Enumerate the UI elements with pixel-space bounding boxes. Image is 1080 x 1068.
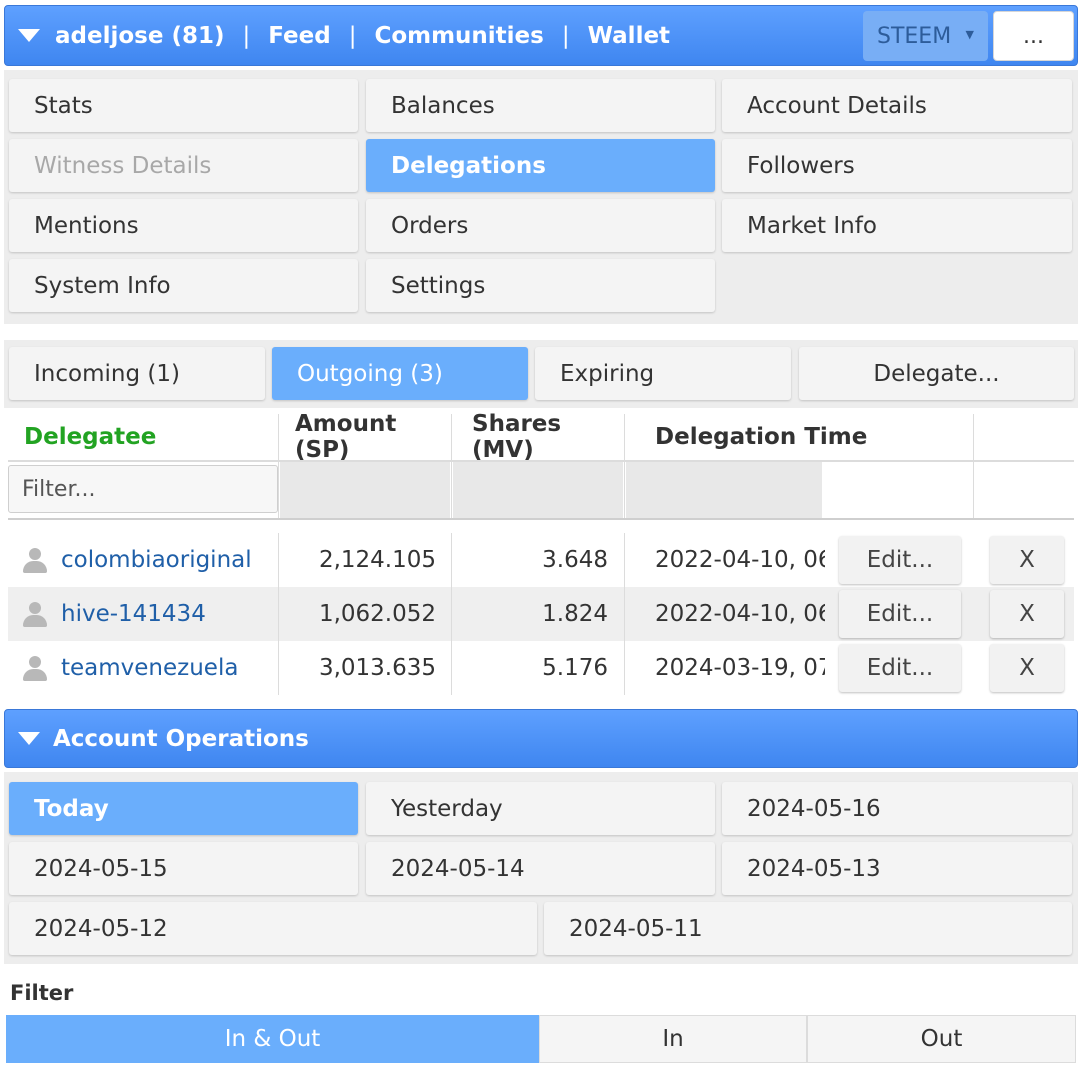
menu-settings[interactable]: Settings	[366, 259, 715, 312]
delegatee-link[interactable]: colombiaoriginal	[61, 547, 252, 573]
account-operations-header[interactable]: Account Operations	[4, 709, 1078, 768]
nav-separator: |	[242, 22, 251, 49]
time-cell: 2022-04-10, 06:	[655, 547, 825, 573]
nav-separator: |	[561, 22, 570, 49]
day-2024-05-14[interactable]: 2024-05-14	[366, 842, 715, 895]
filter-in-out[interactable]: In & Out	[6, 1015, 539, 1063]
remove-delegation-button[interactable]: X	[990, 644, 1064, 692]
column-divider	[278, 414, 279, 518]
remove-delegation-button[interactable]: X	[990, 536, 1064, 584]
amount-cell: 1,062.052	[318, 601, 436, 627]
filter-cell	[626, 462, 822, 518]
menu-account-details[interactable]: Account Details	[722, 79, 1072, 132]
day-2024-05-12[interactable]: 2024-05-12	[9, 902, 537, 955]
user-icon	[22, 601, 48, 627]
table-row: hive-141434 1,062.052 1.824 2022-04-10, …	[8, 587, 1074, 641]
filter-label: Filter	[10, 981, 74, 1005]
column-divider	[451, 414, 452, 518]
column-divider	[278, 533, 279, 695]
menu-mentions[interactable]: Mentions	[9, 199, 358, 252]
delegatee-link[interactable]: hive-141434	[61, 601, 206, 627]
column-divider	[973, 414, 974, 518]
delegate-button[interactable]: Delegate...	[799, 347, 1074, 400]
delegatee-cell: teamvenezuela	[22, 641, 282, 695]
triangle-down-icon[interactable]	[18, 29, 40, 42]
menu-system-info[interactable]: System Info	[9, 259, 358, 312]
edit-delegation-button[interactable]: Edit...	[839, 644, 961, 692]
filter-out[interactable]: Out	[807, 1015, 1076, 1063]
delegatee-cell: hive-141434	[22, 587, 282, 641]
column-divider	[624, 533, 625, 695]
nav-separator: |	[348, 22, 357, 49]
time-cell: 2024-03-19, 07:	[655, 655, 825, 681]
chain-select-value: STEEM	[877, 23, 952, 49]
delegatee-link[interactable]: teamvenezuela	[61, 655, 238, 681]
col-delegatee[interactable]: Delegatee	[24, 412, 274, 462]
table-row: colombiaoriginal 2,124.105 3.648 2022-04…	[8, 533, 1074, 587]
menu-orders[interactable]: Orders	[366, 199, 715, 252]
col-shares[interactable]: Shares (MV)	[472, 411, 622, 463]
edit-delegation-button[interactable]: Edit...	[839, 590, 961, 638]
tab-incoming[interactable]: Incoming (1)	[9, 347, 265, 400]
col-amount[interactable]: Amount (SP)	[295, 411, 445, 463]
menu-market-info[interactable]: Market Info	[722, 199, 1072, 252]
nav-feed[interactable]: Feed	[268, 23, 330, 49]
shares-cell: 3.648	[542, 547, 608, 573]
filter-cell	[453, 462, 623, 518]
chain-select[interactable]: STEEM ▼	[863, 11, 988, 61]
day-2024-05-13[interactable]: 2024-05-13	[722, 842, 1072, 895]
column-divider	[624, 414, 625, 518]
amount-cell: 3,013.635	[318, 655, 436, 681]
tab-expiring[interactable]: Expiring	[535, 347, 791, 400]
filter-underline	[8, 518, 1074, 520]
nav-communities[interactable]: Communities	[374, 23, 543, 49]
nav-account[interactable]: adeljose (81)	[55, 23, 224, 49]
day-yesterday[interactable]: Yesterday	[366, 782, 715, 835]
col-delegation-time[interactable]: Delegation Time	[655, 412, 915, 462]
menu-stats[interactable]: Stats	[9, 79, 358, 132]
day-2024-05-16[interactable]: 2024-05-16	[722, 782, 1072, 835]
top-nav-bar: adeljose (81) | Feed | Communities | Wal…	[4, 5, 1078, 66]
column-divider	[451, 533, 452, 695]
delegatee-cell: colombiaoriginal	[22, 533, 282, 587]
day-today[interactable]: Today	[9, 782, 358, 835]
user-icon	[22, 547, 48, 573]
account-operations-title: Account Operations	[53, 725, 309, 752]
tab-outgoing[interactable]: Outgoing (3)	[272, 347, 528, 400]
triangle-down-icon[interactable]	[18, 732, 40, 745]
edit-delegation-button[interactable]: Edit...	[839, 536, 961, 584]
day-2024-05-15[interactable]: 2024-05-15	[9, 842, 358, 895]
dropdown-caret-icon: ▼	[965, 28, 974, 41]
nav-wallet[interactable]: Wallet	[588, 23, 670, 49]
more-button[interactable]: ...	[993, 11, 1074, 61]
remove-delegation-button[interactable]: X	[990, 590, 1064, 638]
time-cell: 2022-04-10, 06:	[655, 601, 825, 627]
menu-followers[interactable]: Followers	[722, 139, 1072, 192]
menu-balances[interactable]: Balances	[366, 79, 715, 132]
table-row: teamvenezuela 3,013.635 5.176 2024-03-19…	[8, 641, 1074, 695]
shares-cell: 1.824	[542, 601, 608, 627]
delegatee-filter-input[interactable]	[8, 465, 278, 513]
menu-delegations[interactable]: Delegations	[366, 139, 715, 192]
menu-witness-details: Witness Details	[9, 139, 358, 192]
amount-cell: 2,124.105	[318, 547, 436, 573]
filter-cell	[280, 462, 450, 518]
shares-cell: 5.176	[542, 655, 608, 681]
user-icon	[22, 655, 48, 681]
day-2024-05-11[interactable]: 2024-05-11	[544, 902, 1072, 955]
filter-in[interactable]: In	[539, 1015, 807, 1063]
